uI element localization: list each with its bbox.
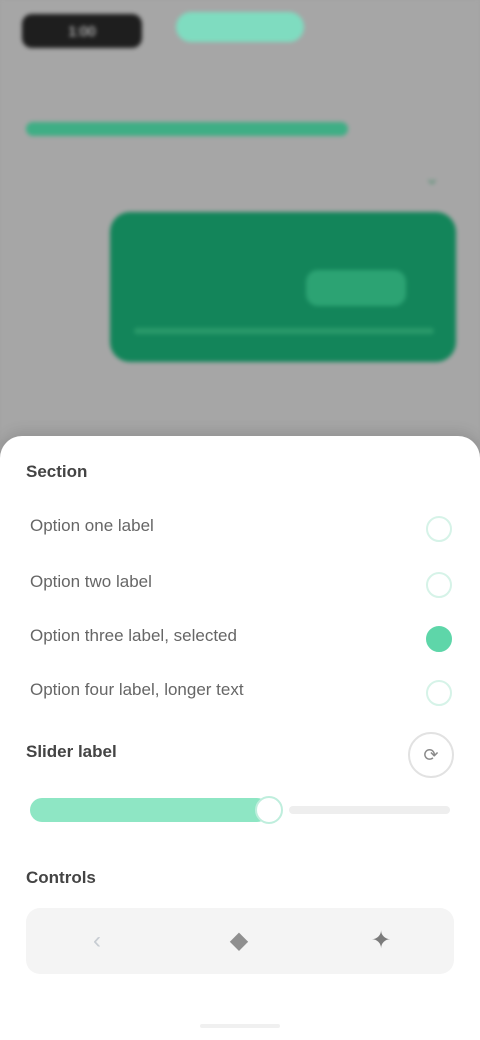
option-row-4[interactable]: Option four label, longer text <box>0 668 480 712</box>
home-indicator <box>200 1024 280 1028</box>
slider-track-rest <box>289 806 450 814</box>
green-strip <box>26 122 348 136</box>
pin-icon[interactable]: ◆ <box>168 908 310 974</box>
left-small-label <box>22 404 72 420</box>
radio-button-selected[interactable] <box>426 626 452 652</box>
left-icon[interactable]: ‹ <box>26 908 168 974</box>
top-bar: 1:00 <box>0 0 480 64</box>
background-screen: 1:00 ⌄ <box>0 0 480 440</box>
radio-button[interactable] <box>426 572 452 598</box>
radio-button[interactable] <box>426 516 452 542</box>
sub-right-label[interactable] <box>400 78 458 98</box>
card-item-3[interactable] <box>306 270 406 306</box>
card-item-2[interactable] <box>210 270 270 306</box>
option-label: Option one label <box>30 516 154 535</box>
refresh-icon[interactable]: ⟳ <box>408 732 454 778</box>
slider-thumb[interactable] <box>255 796 283 824</box>
section-title-options: Section <box>26 462 88 481</box>
top-right-label[interactable] <box>380 20 452 40</box>
option-label: Option three label, selected <box>30 626 237 645</box>
star-icon[interactable]: ✦ <box>310 908 452 974</box>
section-title-slider: Slider label <box>26 742 117 761</box>
green-card[interactable] <box>110 212 456 362</box>
card-item-1[interactable] <box>130 270 190 306</box>
option-row-1[interactable]: Option one label <box>0 504 480 548</box>
option-label: Option four label, longer text <box>30 680 244 699</box>
slider[interactable] <box>30 796 450 824</box>
card-divider <box>134 328 434 334</box>
option-row-2[interactable]: Option two label <box>0 560 480 604</box>
chevron-down-icon: ⌄ <box>424 168 440 188</box>
option-row-3[interactable]: Option three label, selected <box>0 614 480 658</box>
status-time: 1:00 <box>22 14 142 48</box>
radio-button[interactable] <box>426 680 452 706</box>
section-title-controls: Controls <box>26 868 96 887</box>
top-center-pill[interactable] <box>176 12 304 42</box>
slider-fill <box>30 798 269 822</box>
bottom-sheet: Section Option one label Option two labe… <box>0 436 480 1040</box>
segmented-control: ‹ ◆ ✦ <box>26 908 454 974</box>
option-label: Option two label <box>30 572 152 591</box>
